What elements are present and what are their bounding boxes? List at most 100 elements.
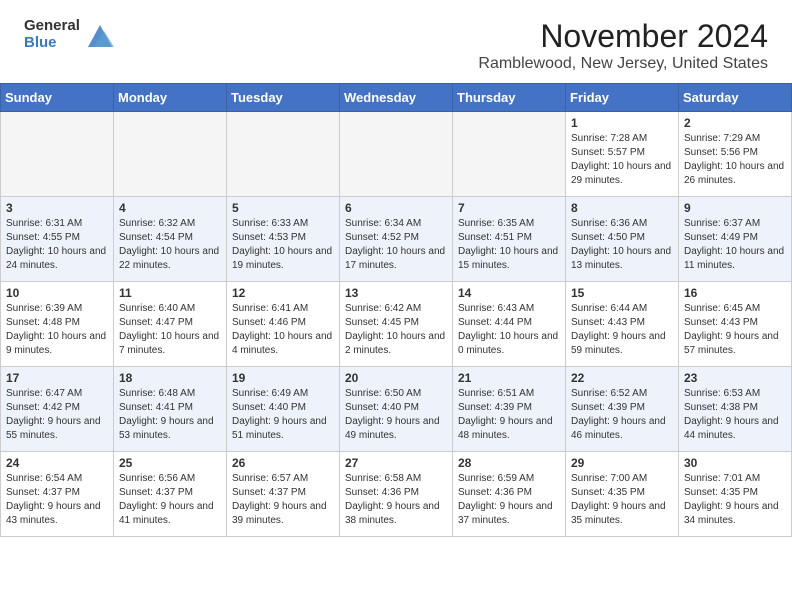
calendar-cell: 5 Sunrise: 6:33 AM Sunset: 4:53 PM Daylig… bbox=[227, 197, 340, 282]
day-number: 14 bbox=[458, 286, 560, 300]
day-info: Sunrise: 6:59 AM Sunset: 4:36 PM Dayligh… bbox=[458, 472, 560, 528]
logo-general: General bbox=[24, 18, 80, 35]
day-info: Sunrise: 6:52 AM Sunset: 4:39 PM Dayligh… bbox=[571, 387, 673, 443]
day-number: 27 bbox=[345, 456, 447, 470]
day-info: Sunrise: 6:33 AM Sunset: 4:53 PM Dayligh… bbox=[232, 217, 334, 273]
calendar-cell: 6 Sunrise: 6:34 AM Sunset: 4:52 PM Daylig… bbox=[340, 197, 453, 282]
calendar-cell: 22 Sunrise: 6:52 AM Sunset: 4:39 PM Dayli… bbox=[566, 367, 679, 452]
calendar-cell: 28 Sunrise: 6:59 AM Sunset: 4:36 PM Dayli… bbox=[453, 452, 566, 537]
calendar-cell bbox=[1, 112, 114, 197]
calendar-row-3: 17Sunrise: 6:47 AM Sunset: 4:42 PM Dayli… bbox=[1, 367, 792, 452]
logo: General Blue bbox=[24, 18, 116, 51]
calendar-cell: 21 Sunrise: 6:51 AM Sunset: 4:39 PM Dayli… bbox=[453, 367, 566, 452]
day-number: 28 bbox=[458, 456, 560, 470]
day-number: 30 bbox=[684, 456, 786, 470]
day-number: 3 bbox=[6, 201, 108, 215]
calendar-cell: 20 Sunrise: 6:50 AM Sunset: 4:40 PM Dayli… bbox=[340, 367, 453, 452]
calendar-row-0: 1 Sunrise: 7:28 AM Sunset: 5:57 PM Daylig… bbox=[1, 112, 792, 197]
day-info: Sunrise: 6:57 AM Sunset: 4:37 PM Dayligh… bbox=[232, 472, 334, 528]
day-info: Sunrise: 7:28 AM Sunset: 5:57 PM Dayligh… bbox=[571, 132, 673, 188]
day-info: Sunrise: 6:53 AM Sunset: 4:38 PM Dayligh… bbox=[684, 387, 786, 443]
day-info: Sunrise: 6:34 AM Sunset: 4:52 PM Dayligh… bbox=[345, 217, 447, 273]
calendar-cell: 26Sunrise: 6:57 AM Sunset: 4:37 PM Dayli… bbox=[227, 452, 340, 537]
day-info: Sunrise: 6:51 AM Sunset: 4:39 PM Dayligh… bbox=[458, 387, 560, 443]
day-info: Sunrise: 6:36 AM Sunset: 4:50 PM Dayligh… bbox=[571, 217, 673, 273]
calendar-cell bbox=[114, 112, 227, 197]
day-number: 18 bbox=[119, 371, 221, 385]
day-number: 20 bbox=[345, 371, 447, 385]
calendar-header-row: SundayMondayTuesdayWednesdayThursdayFrid… bbox=[1, 84, 792, 112]
calendar-cell: 11 Sunrise: 6:40 AM Sunset: 4:47 PM Dayli… bbox=[114, 282, 227, 367]
calendar-cell: 18 Sunrise: 6:48 AM Sunset: 4:41 PM Dayli… bbox=[114, 367, 227, 452]
day-number: 21 bbox=[458, 371, 560, 385]
header: General Blue November 2024 Ramblewood, N… bbox=[0, 0, 792, 83]
day-info: Sunrise: 7:00 AM Sunset: 4:35 PM Dayligh… bbox=[571, 472, 673, 528]
day-info: Sunrise: 6:54 AM Sunset: 4:37 PM Dayligh… bbox=[6, 472, 108, 528]
day-info: Sunrise: 6:58 AM Sunset: 4:36 PM Dayligh… bbox=[345, 472, 447, 528]
calendar-header-thursday: Thursday bbox=[453, 84, 566, 112]
calendar-header-friday: Friday bbox=[566, 84, 679, 112]
day-number: 9 bbox=[684, 201, 786, 215]
day-info: Sunrise: 6:32 AM Sunset: 4:54 PM Dayligh… bbox=[119, 217, 221, 273]
day-info: Sunrise: 6:35 AM Sunset: 4:51 PM Dayligh… bbox=[458, 217, 560, 273]
day-number: 4 bbox=[119, 201, 221, 215]
title-block: November 2024 Ramblewood, New Jersey, Un… bbox=[478, 18, 768, 73]
calendar-cell: 14 Sunrise: 6:43 AM Sunset: 4:44 PM Dayli… bbox=[453, 282, 566, 367]
calendar-row-4: 24 Sunrise: 6:54 AM Sunset: 4:37 PM Dayli… bbox=[1, 452, 792, 537]
day-info: Sunrise: 6:43 AM Sunset: 4:44 PM Dayligh… bbox=[458, 302, 560, 358]
day-number: 17 bbox=[6, 371, 108, 385]
day-number: 8 bbox=[571, 201, 673, 215]
calendar-cell bbox=[340, 112, 453, 197]
calendar-cell: 9 Sunrise: 6:37 AM Sunset: 4:49 PM Daylig… bbox=[679, 197, 792, 282]
calendar-cell: 23 Sunrise: 6:53 AM Sunset: 4:38 PM Dayli… bbox=[679, 367, 792, 452]
day-number: 2 bbox=[684, 116, 786, 130]
calendar-cell: 12Sunrise: 6:41 AM Sunset: 4:46 PM Dayli… bbox=[227, 282, 340, 367]
calendar-header-saturday: Saturday bbox=[679, 84, 792, 112]
day-number: 29 bbox=[571, 456, 673, 470]
day-number: 23 bbox=[684, 371, 786, 385]
location: Ramblewood, New Jersey, United States bbox=[478, 55, 768, 73]
day-number: 16 bbox=[684, 286, 786, 300]
calendar-cell: 15 Sunrise: 6:44 AM Sunset: 4:43 PM Dayli… bbox=[566, 282, 679, 367]
calendar-cell: 7 Sunrise: 6:35 AM Sunset: 4:51 PM Daylig… bbox=[453, 197, 566, 282]
calendar-cell: 2 Sunrise: 7:29 AM Sunset: 5:56 PM Daylig… bbox=[679, 112, 792, 197]
day-number: 22 bbox=[571, 371, 673, 385]
logo-icon bbox=[84, 19, 116, 51]
calendar-header-tuesday: Tuesday bbox=[227, 84, 340, 112]
day-info: Sunrise: 6:45 AM Sunset: 4:43 PM Dayligh… bbox=[684, 302, 786, 358]
day-info: Sunrise: 6:50 AM Sunset: 4:40 PM Dayligh… bbox=[345, 387, 447, 443]
day-number: 7 bbox=[458, 201, 560, 215]
day-info: Sunrise: 6:37 AM Sunset: 4:49 PM Dayligh… bbox=[684, 217, 786, 273]
calendar-cell: 8 Sunrise: 6:36 AM Sunset: 4:50 PM Daylig… bbox=[566, 197, 679, 282]
calendar-cell: 13 Sunrise: 6:42 AM Sunset: 4:45 PM Dayli… bbox=[340, 282, 453, 367]
calendar-cell bbox=[453, 112, 566, 197]
calendar-cell: 29 Sunrise: 7:00 AM Sunset: 4:35 PM Dayli… bbox=[566, 452, 679, 537]
day-info: Sunrise: 6:48 AM Sunset: 4:41 PM Dayligh… bbox=[119, 387, 221, 443]
day-number: 10 bbox=[6, 286, 108, 300]
calendar-row-1: 3Sunrise: 6:31 AM Sunset: 4:55 PM Daylig… bbox=[1, 197, 792, 282]
calendar-cell: 25Sunrise: 6:56 AM Sunset: 4:37 PM Dayli… bbox=[114, 452, 227, 537]
month-title: November 2024 bbox=[478, 18, 768, 55]
day-number: 11 bbox=[119, 286, 221, 300]
calendar-cell: 17Sunrise: 6:47 AM Sunset: 4:42 PM Dayli… bbox=[1, 367, 114, 452]
day-number: 5 bbox=[232, 201, 334, 215]
day-info: Sunrise: 6:40 AM Sunset: 4:47 PM Dayligh… bbox=[119, 302, 221, 358]
calendar: SundayMondayTuesdayWednesdayThursdayFrid… bbox=[0, 83, 792, 537]
day-info: Sunrise: 6:42 AM Sunset: 4:45 PM Dayligh… bbox=[345, 302, 447, 358]
day-number: 13 bbox=[345, 286, 447, 300]
calendar-cell: 4 Sunrise: 6:32 AM Sunset: 4:54 PM Daylig… bbox=[114, 197, 227, 282]
day-info: Sunrise: 6:44 AM Sunset: 4:43 PM Dayligh… bbox=[571, 302, 673, 358]
calendar-cell: 16 Sunrise: 6:45 AM Sunset: 4:43 PM Dayli… bbox=[679, 282, 792, 367]
day-info: Sunrise: 6:39 AM Sunset: 4:48 PM Dayligh… bbox=[6, 302, 108, 358]
calendar-cell: 10 Sunrise: 6:39 AM Sunset: 4:48 PM Dayli… bbox=[1, 282, 114, 367]
day-info: Sunrise: 7:29 AM Sunset: 5:56 PM Dayligh… bbox=[684, 132, 786, 188]
day-number: 12 bbox=[232, 286, 334, 300]
day-number: 6 bbox=[345, 201, 447, 215]
day-number: 24 bbox=[6, 456, 108, 470]
day-info: Sunrise: 7:01 AM Sunset: 4:35 PM Dayligh… bbox=[684, 472, 786, 528]
day-number: 15 bbox=[571, 286, 673, 300]
calendar-cell: 24 Sunrise: 6:54 AM Sunset: 4:37 PM Dayli… bbox=[1, 452, 114, 537]
calendar-cell: 30 Sunrise: 7:01 AM Sunset: 4:35 PM Dayli… bbox=[679, 452, 792, 537]
logo-blue: Blue bbox=[24, 35, 80, 52]
day-number: 1 bbox=[571, 116, 673, 130]
